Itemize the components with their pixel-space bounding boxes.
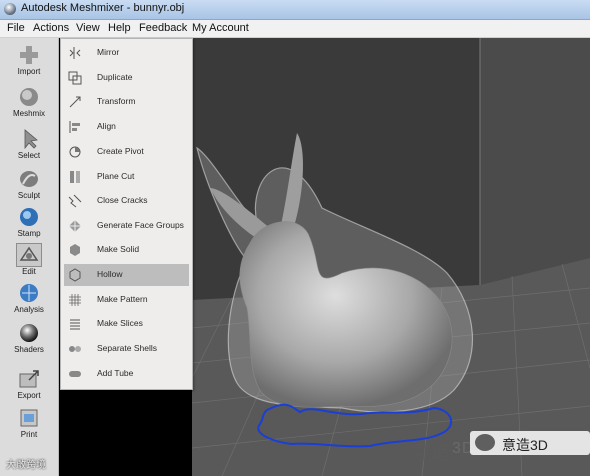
analysis-label: Analysis xyxy=(14,305,44,314)
face-groups-icon xyxy=(69,220,81,232)
shader-sphere-icon xyxy=(20,324,38,342)
menu-transform[interactable]: Transform xyxy=(64,91,189,113)
shaders-button[interactable]: Shaders xyxy=(0,320,58,360)
edit-button[interactable]: Edit xyxy=(0,242,58,282)
close-cracks-icon xyxy=(68,194,82,208)
meshmixer-logo-icon xyxy=(4,3,16,15)
edit-label: Edit xyxy=(22,267,36,276)
pivot-icon xyxy=(69,146,81,158)
duplicate-icon xyxy=(68,71,82,85)
slices-icon xyxy=(70,319,80,330)
pattern-icon xyxy=(69,294,81,306)
plane-cut-label: Plane Cut xyxy=(97,171,135,181)
watermark-badge: 意造3D xyxy=(470,431,590,455)
menu-actions[interactable]: Actions xyxy=(33,22,69,34)
menu-add-tube[interactable]: Add Tube xyxy=(64,363,189,385)
title-bar: Autodesk Meshmixer - bunnyr.obj xyxy=(0,0,590,20)
analysis-button[interactable]: Analysis xyxy=(0,280,58,320)
stamp-button[interactable]: Stamp xyxy=(0,204,58,244)
make-solid-icon xyxy=(70,244,80,256)
hollow-label: Hollow xyxy=(97,269,123,279)
transform-label: Transform xyxy=(97,96,136,106)
print-icon xyxy=(20,409,38,427)
menu-bar: File Actions View Help Feedback My Accou… xyxy=(0,20,590,38)
side-wall xyxy=(480,38,590,285)
edit-menu-panel: Mirror Duplicate Transform Align Create … xyxy=(60,38,193,390)
mirror-icon xyxy=(69,47,81,59)
scene-svg xyxy=(192,38,590,476)
sculpt-brush-icon xyxy=(20,171,38,187)
edit-icon xyxy=(16,243,42,267)
menu-separate-shells[interactable]: Separate Shells xyxy=(64,338,189,360)
separate-shells-icon xyxy=(69,346,81,352)
sculpt-label: Sculpt xyxy=(17,191,41,200)
transform-icon xyxy=(69,96,81,108)
menu-close-cracks[interactable]: Close Cracks xyxy=(64,190,189,212)
analysis-icon xyxy=(20,284,38,302)
watermark-logo-cn: 意造 xyxy=(413,443,452,464)
print-label: Print xyxy=(20,430,38,439)
menu-mirror[interactable]: Mirror xyxy=(64,42,189,64)
menu-make-solid[interactable]: Make Solid xyxy=(64,239,189,261)
menu-feedback[interactable]: Feedback xyxy=(139,22,187,34)
meshmixer-window: Autodesk Meshmixer - bunnyr.obj File Act… xyxy=(0,0,590,476)
make-solid-label: Make Solid xyxy=(97,244,140,254)
separate-shells-label: Separate Shells xyxy=(97,343,158,353)
select-button[interactable]: Select xyxy=(0,126,58,166)
meshmix-button[interactable]: Meshmix xyxy=(0,84,58,124)
wechat-icon xyxy=(475,434,495,451)
main-toolbar: Import Meshmix Select Sculpt Stamp Edit … xyxy=(0,38,59,476)
cursor-arrow-icon xyxy=(24,129,38,150)
duplicate-label: Duplicate xyxy=(97,72,133,82)
import-label: Import xyxy=(17,67,41,76)
menu-generate-face-groups[interactable]: Generate Face Groups xyxy=(64,215,189,237)
menu-file[interactable]: File xyxy=(7,22,25,34)
menu-view[interactable]: View xyxy=(76,22,100,34)
watermark-badge-text: 意造3D xyxy=(502,437,548,453)
sculpt-button[interactable]: Sculpt xyxy=(0,166,58,206)
generate-face-groups-label: Generate Face Groups xyxy=(97,220,184,230)
tube-icon xyxy=(69,371,81,377)
plus-icon xyxy=(20,46,38,64)
menu-help[interactable]: Help xyxy=(108,22,131,34)
meshmix-label: Meshmix xyxy=(12,109,45,118)
align-label: Align xyxy=(97,121,116,131)
stamp-label: Stamp xyxy=(17,229,41,238)
meshmix-icon xyxy=(20,88,38,106)
plane-cut-icon xyxy=(70,171,80,183)
align-icon xyxy=(69,121,80,133)
menu-create-pivot[interactable]: Create Pivot xyxy=(64,141,189,163)
menu-align[interactable]: Align xyxy=(64,116,189,138)
close-cracks-label: Close Cracks xyxy=(97,195,148,205)
make-slices-label: Make Slices xyxy=(97,318,143,328)
select-label: Select xyxy=(17,151,41,160)
3d-viewport[interactable] xyxy=(192,38,590,476)
menu-make-slices[interactable]: Make Slices xyxy=(64,313,189,335)
menu-my-account[interactable]: My Account xyxy=(192,22,249,34)
create-pivot-label: Create Pivot xyxy=(97,146,144,156)
window-title: Autodesk Meshmixer - bunnyr.obj xyxy=(21,2,185,14)
make-pattern-label: Make Pattern xyxy=(97,294,148,304)
export-button[interactable]: Export xyxy=(0,366,58,406)
print-button[interactable]: Print xyxy=(0,405,58,445)
add-tube-label: Add Tube xyxy=(97,368,134,378)
menu-make-pattern[interactable]: Make Pattern xyxy=(64,289,189,311)
menu-hollow[interactable]: Hollow xyxy=(64,264,189,286)
menu-plane-cut[interactable]: Plane Cut xyxy=(64,166,189,188)
stamp-icon xyxy=(20,208,38,226)
menu-duplicate[interactable]: Duplicate xyxy=(64,67,189,89)
mirror-label: Mirror xyxy=(97,47,120,57)
export-icon xyxy=(19,370,39,388)
shaders-label: Shaders xyxy=(14,345,44,354)
watermark-left: 大敢跨境 xyxy=(6,460,46,471)
export-label: Export xyxy=(17,391,41,400)
hollow-icon xyxy=(69,268,81,282)
import-button[interactable]: Import xyxy=(0,42,58,82)
